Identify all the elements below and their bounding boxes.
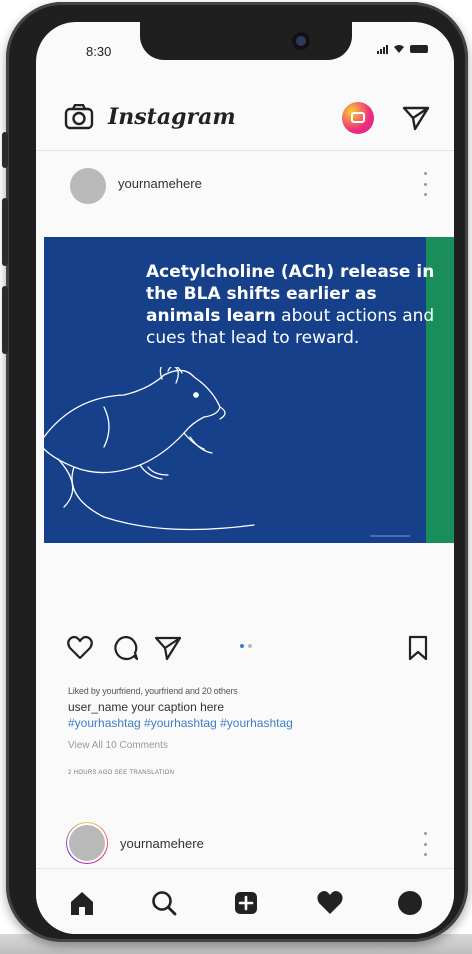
phone-screen: 8:30 Instagram yournamehere Acetylcholin…: [36, 22, 454, 934]
add-post-icon[interactable]: [232, 889, 260, 917]
side-button: [2, 132, 8, 168]
wifi-icon: [394, 45, 404, 53]
status-icons: [377, 44, 428, 54]
app-header: Instagram: [36, 84, 454, 146]
direct-message-icon[interactable]: [402, 104, 430, 132]
bottom-nav: [36, 868, 454, 934]
image-corner-line: [370, 535, 410, 537]
igtv-icon[interactable]: [342, 102, 374, 134]
mouse-illustration: [44, 367, 255, 531]
likes-text[interactable]: Liked by yourfriend, yourfriend and 20 o…: [68, 686, 238, 696]
front-camera: [292, 32, 310, 50]
more-options-icon[interactable]: [424, 832, 428, 856]
side-button: [2, 286, 8, 354]
image-headline: Acetylcholine (ACh) release in the BLA s…: [146, 261, 436, 349]
phone-frame: 8:30 Instagram yournamehere Acetylcholin…: [2, 2, 468, 942]
more-options-icon[interactable]: [424, 172, 428, 196]
like-heart-icon[interactable]: [66, 634, 94, 662]
instagram-logo[interactable]: Instagram: [108, 104, 236, 130]
profile-icon[interactable]: [396, 889, 424, 917]
status-time: 8:30: [86, 44, 112, 59]
view-comments-link[interactable]: View All 10 Comments: [68, 740, 168, 751]
avatar[interactable]: [70, 168, 106, 204]
share-icon[interactable]: [154, 634, 182, 662]
notch: [140, 22, 352, 60]
next-post-username[interactable]: yournamehere: [120, 836, 204, 851]
camera-icon[interactable]: [64, 104, 94, 130]
search-icon[interactable]: [150, 889, 178, 917]
post-username[interactable]: yournamehere: [118, 176, 202, 191]
side-button: [2, 198, 8, 266]
post-timestamp: 2 HOURS AGO SEE TRANSLATION: [68, 770, 175, 776]
post-hashtags[interactable]: #yourhashtag #yourhashtag #yourhashtag: [68, 716, 293, 730]
story-avatar[interactable]: [66, 822, 108, 864]
signal-icon: [377, 44, 388, 54]
heart-icon[interactable]: [316, 889, 344, 917]
post-image[interactable]: Acetylcholine (ACh) release in the BLA s…: [44, 237, 454, 543]
post-actions: [36, 628, 454, 668]
comment-icon[interactable]: [112, 634, 140, 662]
carousel-dots: [240, 644, 252, 648]
bookmark-icon[interactable]: [404, 634, 432, 662]
home-icon[interactable]: [68, 889, 96, 917]
post-header: yournamehere: [36, 150, 454, 220]
post-caption: user_name your caption here: [68, 700, 225, 714]
battery-icon: [410, 45, 428, 53]
